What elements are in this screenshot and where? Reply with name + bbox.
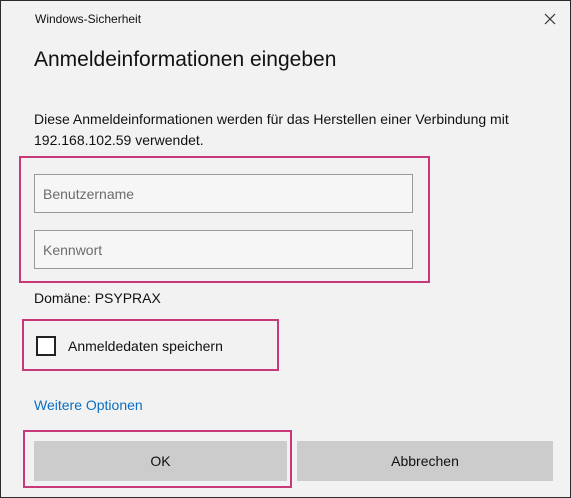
remember-label[interactable]: Anmeldedaten speichern [68,338,223,354]
close-button[interactable] [540,9,560,29]
password-field[interactable] [34,230,413,269]
remember-checkbox[interactable] [36,336,56,356]
dialog-description: Diese Anmeldeinformationen werden für da… [34,111,509,148]
domain-label: Domäne: PSYPRAX [34,290,161,306]
close-icon [544,13,556,25]
ok-button[interactable]: OK [34,441,287,481]
title-bar: Windows-Sicherheit [1,1,570,37]
cancel-button[interactable]: Abbrechen [297,441,553,481]
credential-dialog: Windows-Sicherheit Anmeldeinformationen … [0,0,571,498]
dialog-heading: Anmeldeinformationen eingeben [34,48,337,71]
more-options-link[interactable]: Weitere Optionen [34,397,143,413]
window-title: Windows-Sicherheit [35,12,142,26]
username-field[interactable] [34,174,413,213]
